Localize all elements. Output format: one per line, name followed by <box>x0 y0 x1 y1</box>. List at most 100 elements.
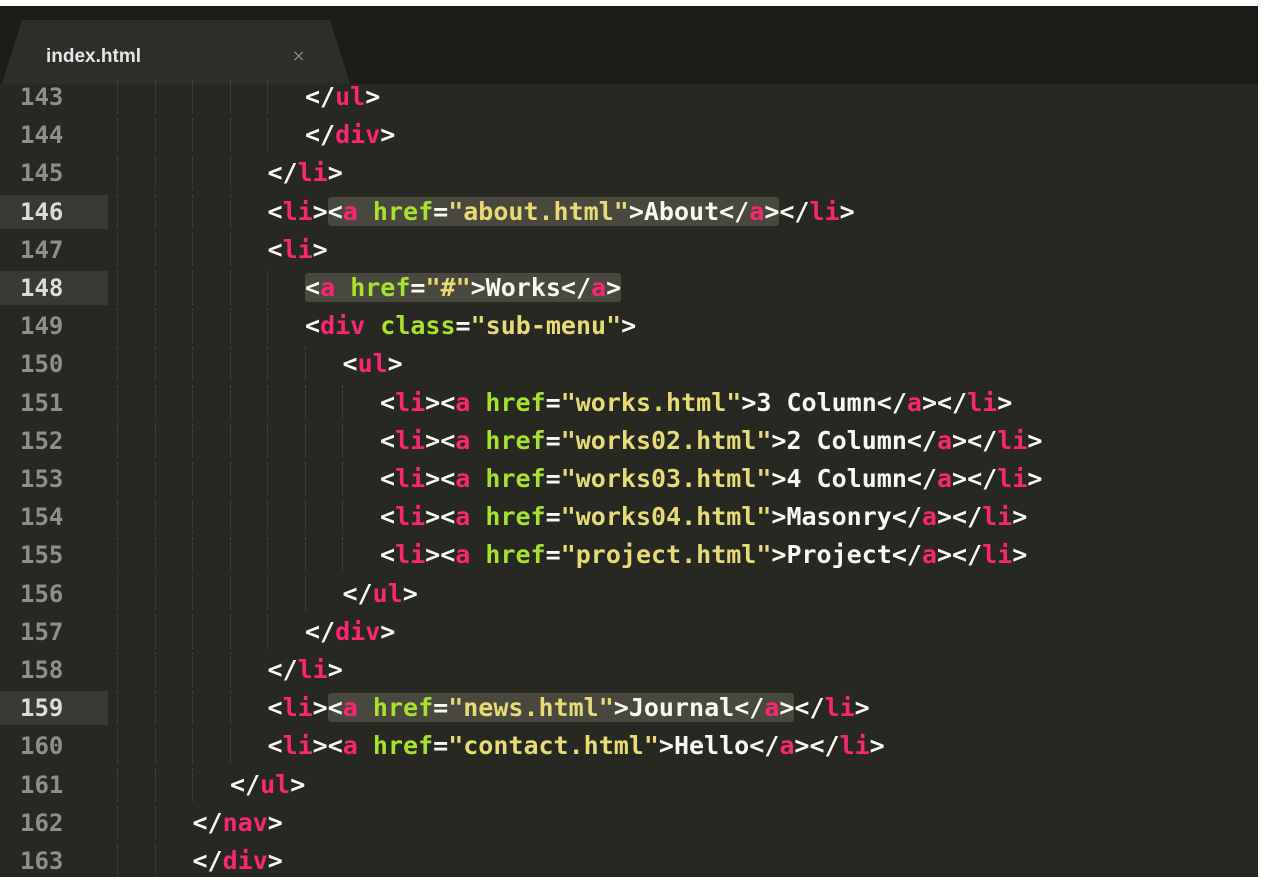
code-text[interactable]: </div> <box>193 844 283 877</box>
indent-guide <box>117 614 118 649</box>
indent-guide <box>192 194 193 229</box>
line-number[interactable]: 153 <box>0 462 108 496</box>
indent-guide <box>117 194 118 229</box>
indent-guide <box>154 691 156 726</box>
indent-guide <box>267 538 268 573</box>
code-text[interactable]: <ul> <box>343 347 403 381</box>
code-line[interactable]: 150 <ul> <box>0 347 1258 382</box>
line-number[interactable]: 162 <box>0 806 108 840</box>
indent-guide <box>229 576 231 611</box>
code-line[interactable]: 148 <a href="#">Works</a> <box>0 271 1258 305</box>
indent-guide <box>229 271 231 305</box>
indent-guide <box>154 805 156 840</box>
line-number[interactable]: 151 <box>0 386 108 420</box>
code-text[interactable]: <div class="sub-menu"> <box>305 309 636 343</box>
code-line[interactable]: 159 <li><a href="news.html">Journal</a></… <box>0 691 1258 726</box>
indent-guide <box>229 347 231 382</box>
code-line[interactable]: 162 </nav> <box>0 805 1258 840</box>
indent-guide <box>267 500 268 535</box>
code-editor[interactable]: 143 </ul> 144 </div> 145 </li> 146 <li><a href=… <box>0 80 1258 877</box>
code-text[interactable]: <li><a href="works02.html">2 Column</a><… <box>380 424 1042 458</box>
code-text[interactable]: </div> <box>305 118 395 152</box>
code-text[interactable]: </ul> <box>230 768 305 802</box>
code-line[interactable]: 154 <li><a href="works04.html">Masonry</a… <box>0 500 1258 535</box>
line-number[interactable]: 161 <box>0 768 108 802</box>
indent-guide <box>117 653 118 687</box>
indent-guide <box>192 691 193 726</box>
indent-guide <box>154 385 156 420</box>
code-text[interactable]: <a href="#">Works</a> <box>305 271 622 305</box>
line-number[interactable]: 148 <box>0 271 108 305</box>
code-line[interactable]: 158 </li> <box>0 653 1258 687</box>
code-line[interactable]: 155 <li><a href="project.html">Project</a… <box>0 538 1258 573</box>
line-number[interactable]: 160 <box>0 729 108 763</box>
code-line[interactable]: 153 <li><a href="works03.html">4 Column</… <box>0 462 1258 496</box>
code-line[interactable]: 152 <li><a href="works02.html">2 Column</… <box>0 423 1258 458</box>
indent-guide <box>229 729 231 764</box>
indent-guide <box>342 423 343 458</box>
line-number[interactable]: 154 <box>0 500 108 534</box>
indent-guide <box>117 729 118 764</box>
code-text[interactable]: <li><a href="works04.html">Masonry</a></… <box>380 500 1027 534</box>
code-text[interactable]: <li><a href="news.html">Journal</a></li> <box>268 691 870 725</box>
indent-guide <box>117 118 118 153</box>
code-line[interactable]: 144 </div> <box>0 118 1258 153</box>
code-text[interactable]: </ul> <box>343 577 418 611</box>
code-line[interactable]: 149 <div class="sub-menu"> <box>0 309 1258 344</box>
code-text[interactable]: <li> <box>268 233 328 267</box>
indent-guide <box>192 576 193 611</box>
line-number[interactable]: 147 <box>0 233 108 267</box>
code-text[interactable]: <li><a href="contact.html">Hello</a></li… <box>268 729 885 763</box>
indent-guide <box>342 385 343 420</box>
line-number[interactable]: 152 <box>0 424 108 458</box>
code-text[interactable]: <li><a href="project.html">Project</a></… <box>380 538 1027 572</box>
code-line[interactable]: 147 <li> <box>0 232 1258 267</box>
code-line[interactable]: 146 <li><a href="about.html">About</a></l… <box>0 194 1258 229</box>
code-line[interactable]: 157 </div> <box>0 614 1258 649</box>
line-number[interactable]: 159 <box>0 691 108 726</box>
code-line[interactable]: 145 </li> <box>0 156 1258 191</box>
indent-guide <box>229 500 231 535</box>
code-line[interactable]: 160 <li><a href="contact.html">Hello</a><… <box>0 729 1258 764</box>
indent-guide <box>192 232 193 267</box>
line-number[interactable]: 156 <box>0 577 108 611</box>
indent-guide <box>267 385 268 420</box>
line-number[interactable]: 155 <box>0 538 108 572</box>
tab-bar: index.html × <box>0 6 1258 90</box>
code-text[interactable]: </nav> <box>193 806 283 840</box>
code-text[interactable]: </ul> <box>305 80 380 114</box>
line-number[interactable]: 144 <box>0 118 108 152</box>
code-line[interactable]: 163 </div> <box>0 844 1258 877</box>
indent-guide <box>154 767 156 802</box>
indent-guide <box>267 309 268 344</box>
code-line[interactable]: 151 <li><a href="works.html">3 Column</a>… <box>0 385 1258 420</box>
indent-guide <box>154 844 156 877</box>
line-number[interactable]: 163 <box>0 844 108 877</box>
line-number[interactable]: 157 <box>0 615 108 649</box>
indent-guide <box>117 500 118 535</box>
indent-guide <box>229 118 231 153</box>
code-text[interactable]: </li> <box>268 653 343 687</box>
code-text[interactable]: </li> <box>268 156 343 190</box>
line-number[interactable]: 143 <box>0 80 108 114</box>
line-number[interactable]: 146 <box>0 194 108 229</box>
indent-guide <box>192 347 193 382</box>
code-line[interactable]: 156 </ul> <box>0 576 1258 611</box>
code-text[interactable]: <li><a href="works03.html">4 Column</a><… <box>380 462 1042 496</box>
code-text[interactable]: </div> <box>305 615 395 649</box>
line-number[interactable]: 149 <box>0 309 108 343</box>
code-line[interactable]: 161 </ul> <box>0 767 1258 802</box>
indent-guide <box>304 576 306 611</box>
indent-guide <box>154 653 156 687</box>
indent-guide <box>229 232 231 267</box>
line-number[interactable]: 145 <box>0 156 108 190</box>
line-number[interactable]: 158 <box>0 653 108 687</box>
line-number[interactable]: 150 <box>0 347 108 381</box>
code-text[interactable]: <li><a href="about.html">About</a></li> <box>268 195 855 229</box>
code-line[interactable]: 143 </ul> <box>0 80 1258 114</box>
indent-guide <box>304 538 306 573</box>
close-icon[interactable]: × <box>292 46 305 65</box>
indent-guide <box>117 844 118 877</box>
code-text[interactable]: <li><a href="works.html">3 Column</a></l… <box>380 386 1012 420</box>
indent-guide <box>229 156 231 191</box>
